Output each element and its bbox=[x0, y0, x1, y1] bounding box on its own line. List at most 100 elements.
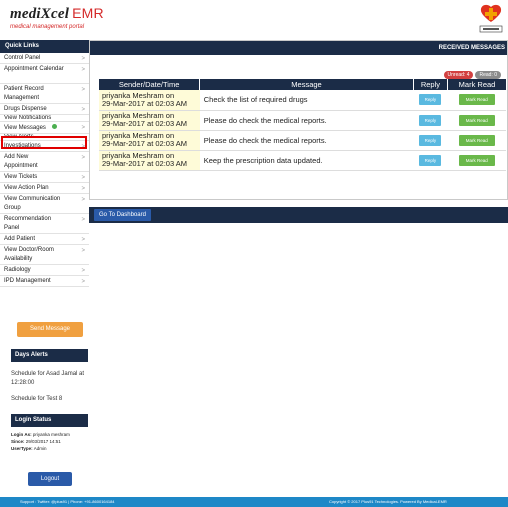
reply-button[interactable]: Reply bbox=[419, 94, 442, 106]
sent-date: 29-Mar-2017 at 02:03 AM bbox=[102, 98, 188, 108]
mark-read-button[interactable]: Mark Read bbox=[458, 154, 495, 166]
sidebar-item-view-notifications[interactable]: View Notifications bbox=[0, 115, 89, 122]
chevron-right-icon: > bbox=[81, 279, 85, 285]
sender-cell: priyanka Meshram on 29-Mar-2017 at 02:03 … bbox=[99, 90, 200, 111]
unread-badge: Unread: 4 bbox=[443, 71, 474, 79]
chevron-right-icon: > bbox=[81, 67, 85, 73]
sent-date: 29-Mar-2017 at 02:03 AM bbox=[102, 159, 188, 168]
sidebar-item-view-tickets[interactable]: View Tickets > bbox=[0, 172, 89, 183]
logo-subtitle: medical management portal bbox=[10, 24, 85, 30]
dashboard-bar: Go To Dashboard bbox=[89, 207, 508, 223]
column-header-mark-read: Mark Read bbox=[447, 79, 506, 90]
reply-cell: Reply bbox=[413, 90, 448, 111]
sidebar-item-label: Appointment Calendar bbox=[4, 66, 64, 72]
days-alerts-list: Schedule for Asad Jamal at 12:28:00 Sche… bbox=[11, 363, 88, 417]
read-badge: Read: 0 bbox=[475, 71, 501, 79]
chevron-right-icon: > bbox=[81, 155, 85, 161]
sidebar-item-ipd-management[interactable]: IPD Management > bbox=[0, 276, 89, 287]
mark-read-cell: Mark Read bbox=[447, 110, 506, 131]
chevron-right-icon: > bbox=[81, 87, 85, 93]
days-alerts-title: Days Alerts bbox=[11, 349, 88, 362]
sidebar-item-label: Radiology bbox=[4, 267, 31, 273]
sidebar-item-label: View Communication Group bbox=[4, 196, 61, 211]
panel-title: RECEIVED MESSAGES bbox=[90, 41, 507, 55]
sidebar-item-add-patient[interactable]: Add Patient > bbox=[0, 234, 89, 245]
sidebar-item-view-messages[interactable]: View Messages > bbox=[0, 122, 89, 134]
login-status-title: Login Status bbox=[11, 414, 88, 427]
login-status-info: Login As: priyanka meshram Since: 29/03/… bbox=[11, 428, 88, 468]
logout-button[interactable]: Logout bbox=[28, 472, 72, 486]
chevron-right-icon: > bbox=[81, 248, 85, 254]
send-message-button[interactable]: Send Message bbox=[17, 322, 83, 337]
sidebar-item-label: Recommendation Panel bbox=[4, 216, 52, 231]
app-logo[interactable]: mediXcel EMR bbox=[10, 5, 104, 23]
app: mediXcel EMR medical management portal Qu… bbox=[0, 0, 508, 507]
status-dot-icon bbox=[51, 124, 57, 129]
sidebar-item-patient-record[interactable]: Patient Record Management > bbox=[0, 84, 89, 104]
alert-item[interactable]: Schedule for Test 8 bbox=[11, 388, 88, 404]
sidebar-item-drugs-dispense[interactable]: Drugs Dispense > bbox=[0, 104, 89, 115]
login-as-label: Login As: bbox=[11, 432, 32, 437]
sidebar-item-control-panel[interactable]: Control Panel > bbox=[0, 53, 89, 64]
sidebar-item-radiology[interactable]: Radiology > bbox=[0, 265, 89, 276]
logo-suffix: EMR bbox=[72, 5, 104, 21]
sidebar-item-label: IPD Management bbox=[4, 278, 51, 284]
chevron-right-icon: > bbox=[81, 56, 85, 62]
footer-copyright-text: Copyright © 2017 Plus91 Technologies. Po… bbox=[329, 499, 447, 504]
quick-links-title: Quick Links bbox=[0, 40, 89, 53]
sender-cell: priyanka Meshram on 29-Mar-2017 at 02:03 … bbox=[99, 130, 200, 151]
sender-cell: priyanka Meshram on 29-Mar-2017 at 02:03 … bbox=[99, 150, 200, 171]
usertype-label: UserType: bbox=[11, 446, 33, 451]
received-messages-panel: RECEIVED MESSAGES Unread: 4 Read: 0 Sende… bbox=[89, 40, 508, 200]
sender-cell: priyanka Meshram on 29-Mar-2017 at 02:03 … bbox=[99, 110, 200, 131]
chevron-right-icon: > bbox=[81, 268, 85, 274]
chevron-right-icon: > bbox=[81, 125, 85, 131]
table-row: priyanka Meshram on 29-Mar-2017 at 02:03 … bbox=[99, 150, 506, 171]
message-cell: Please do check the medical reports. bbox=[199, 110, 414, 131]
reply-cell: Reply bbox=[413, 150, 448, 171]
reply-button[interactable]: Reply bbox=[419, 114, 442, 126]
footer-support-text: Support : Twitter: @plus91 | Phone: +91-… bbox=[20, 499, 115, 504]
reply-cell: Reply bbox=[413, 130, 448, 151]
chevron-right-icon: > bbox=[81, 217, 85, 223]
sidebar-item-appointment-calendar[interactable]: Appointment Calendar > bbox=[0, 64, 89, 84]
mark-read-cell: Mark Read bbox=[447, 90, 506, 111]
sidebar-item-label: Add Patient bbox=[4, 236, 36, 242]
reply-button[interactable]: Reply bbox=[419, 134, 442, 146]
sent-date: 29-Mar-2017 at 02:03 AM bbox=[102, 139, 188, 148]
sidebar-item-add-new-appointment[interactable]: Add New Appointment > bbox=[0, 152, 89, 172]
sidebar-item-label: View Messages bbox=[4, 125, 46, 131]
column-header-sender: Sender/Date/Time bbox=[99, 79, 201, 90]
table-header-row: Sender/Date/Time Message Reply Mark Read bbox=[99, 79, 506, 90]
go-to-dashboard-button[interactable]: Go To Dashboard bbox=[94, 209, 151, 221]
message-count-badges: Unread: 4 Read: 0 bbox=[442, 63, 501, 79]
message-cell: Keep the prescription data updated. bbox=[199, 150, 414, 171]
alert-item[interactable]: Schedule for Asad Jamal at 12:28:00 bbox=[11, 363, 88, 388]
header: mediXcel EMR medical management portal bbox=[0, 0, 508, 38]
logo-text: mediXcel bbox=[10, 6, 70, 22]
login-as-value: priyanka meshram bbox=[32, 432, 70, 437]
chevron-right-icon: > bbox=[81, 107, 85, 113]
sidebar-item-doctor-room-availability[interactable]: View Doctor/Room Availability > bbox=[0, 245, 89, 265]
chevron-right-icon: > bbox=[81, 197, 85, 203]
sidebar-item-view-action-plan[interactable]: View Action Plan > bbox=[0, 183, 89, 194]
chevron-right-icon: > bbox=[81, 237, 85, 243]
sidebar-item-label: Patient Record Management bbox=[4, 86, 44, 101]
sidebar-item-label: View Tickets bbox=[4, 174, 38, 180]
mark-read-button[interactable]: Mark Read bbox=[458, 134, 495, 146]
table-row: priyanka Meshram on 29-Mar-2017 at 02:03 … bbox=[99, 90, 506, 111]
sidebar-item-label: View Doctor/Room Availability bbox=[4, 247, 54, 262]
reply-cell: Reply bbox=[413, 110, 448, 131]
table-row: priyanka Meshram on 29-Mar-2017 at 02:03 … bbox=[99, 130, 506, 151]
column-header-reply: Reply bbox=[413, 79, 449, 90]
mark-read-button[interactable]: Mark Read bbox=[458, 94, 495, 106]
since-value: 29/03/2017 14:51 bbox=[25, 439, 61, 444]
sidebar-item-recommendation-panel[interactable]: Recommendation Panel > bbox=[0, 214, 89, 234]
reply-button[interactable]: Reply bbox=[419, 154, 442, 166]
sidebar-item-view-communication-group[interactable]: View Communication Group > bbox=[0, 194, 89, 214]
since-label: Since: bbox=[11, 439, 25, 444]
mark-read-button[interactable]: Mark Read bbox=[458, 114, 495, 126]
sidebar-item-label: View Notifications bbox=[4, 115, 52, 121]
mark-read-cell: Mark Read bbox=[447, 130, 506, 151]
sidebar-item-label: Add New Appointment bbox=[4, 154, 38, 169]
